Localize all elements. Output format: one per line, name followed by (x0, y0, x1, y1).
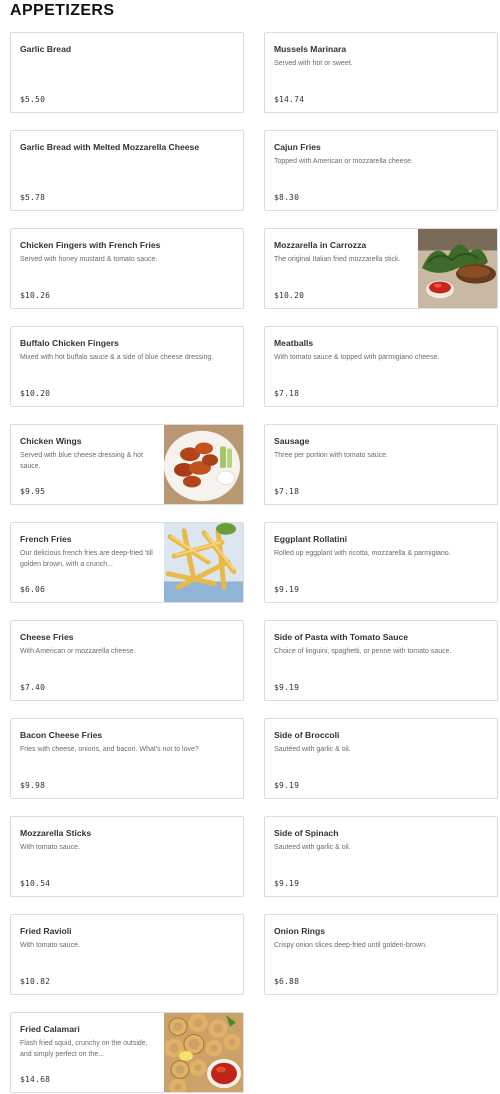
item-description: Rolled up eggplant with ricotta, mozzare… (274, 550, 451, 557)
menu-grid: Garlic Bread $5.50 Mussels Marinara Serv… (10, 32, 498, 1093)
item-name: Cajun Fries (274, 142, 321, 152)
item-description: Sauteed with garlic & oil. (274, 844, 351, 851)
item-description: Choice of linguini, spaghetti, or penne … (274, 648, 452, 655)
item-price: $9.19 (274, 879, 300, 888)
menu-item-card[interactable]: Eggplant Rollatini Rolled up eggplant wi… (264, 522, 498, 603)
item-description: Our delicious french fries are deep-frie… (20, 550, 153, 568)
item-price: $10.20 (274, 291, 305, 300)
item-name: Mussels Marinara (274, 44, 347, 54)
item-name: Eggplant Rollatini (274, 534, 348, 544)
item-name: Fried Calamari (20, 1024, 80, 1034)
menu-item-card[interactable]: Side of Broccoli Sautéed with garlic & o… (264, 718, 498, 799)
item-description: Served with hot or sweet. (274, 60, 353, 67)
menu-item-card[interactable]: French Fries Our delicious french fries … (10, 522, 244, 603)
item-name: Mozzarella Sticks (20, 828, 92, 838)
item-price: $10.54 (20, 879, 51, 888)
item-name: Chicken Fingers with French Fries (20, 240, 161, 250)
item-name: Side of Pasta with Tomato Sauce (274, 632, 409, 642)
menu-item-card[interactable]: Meatballs With tomato sauce & topped wit… (264, 326, 498, 407)
menu-item-card[interactable]: Garlic Bread $5.50 (10, 32, 244, 113)
menu-item-card[interactable]: Fried Calamari Flash fried squid, crunch… (10, 1012, 244, 1093)
item-description: Served with honey mustard & tomato sauce… (20, 256, 158, 263)
item-name: Onion Rings (274, 926, 326, 936)
item-price: $5.50 (20, 95, 46, 104)
item-name: Mozzarella in Carrozza (274, 240, 367, 250)
chicken-wings-photo (164, 425, 243, 504)
item-price: $6.88 (274, 977, 300, 986)
item-description: With American or mozzarella cheese. (20, 648, 136, 655)
menu-item-card[interactable]: Mozzarella Sticks With tomato sauce. $10… (10, 816, 244, 897)
item-name: Side of Broccoli (274, 730, 340, 740)
item-description: With tomato sauce & topped with parmigia… (274, 354, 440, 361)
menu-item-card[interactable]: Fried Ravioli With tomato sauce. $10.82 (10, 914, 244, 995)
fried-mozzarella-photo (418, 229, 497, 308)
menu-item-card[interactable]: Chicken Wings Served with blue cheese dr… (10, 424, 244, 505)
menu-item-card[interactable]: Buffalo Chicken Fingers Mixed with hot b… (10, 326, 244, 407)
item-price: $14.68 (20, 1075, 51, 1084)
item-description: Crispy onion slices deep-fried until gol… (274, 942, 427, 949)
item-price: $10.82 (20, 977, 51, 986)
item-description: Mixed with hot buffalo sauce & a side of… (20, 354, 214, 361)
item-name: Garlic Bread (20, 44, 72, 54)
item-description: Sautéed with garlic & oil. (274, 746, 351, 753)
item-price: $7.18 (274, 487, 300, 496)
item-price: $7.18 (274, 389, 300, 398)
menu-item-card[interactable]: Cheese Fries With American or mozzarella… (10, 620, 244, 701)
item-name: Buffalo Chicken Fingers (20, 338, 119, 348)
item-price: $8.30 (274, 193, 300, 202)
item-description: With tomato sauce. (20, 942, 80, 949)
menu-item-card[interactable]: Cajun Fries Topped with American or mozz… (264, 130, 498, 211)
item-description: Three per portion with tomato sauce. (274, 452, 389, 459)
item-description: Topped with American or mozzarella chees… (274, 158, 413, 165)
item-name: Fried Ravioli (20, 926, 72, 936)
menu-item-card[interactable]: Garlic Bread with Melted Mozzarella Chee… (10, 130, 244, 211)
item-name: Side of Spinach (274, 828, 339, 838)
item-name: French Fries (20, 534, 72, 544)
fried-calamari-photo (164, 1013, 243, 1092)
item-price: $7.40 (20, 683, 46, 692)
menu-item-card[interactable]: Side of Spinach Sauteed with garlic & oi… (264, 816, 498, 897)
item-price: $10.20 (20, 389, 51, 398)
french-fries-photo (164, 523, 243, 602)
item-description: Served with blue cheese dressing & hot s… (20, 452, 143, 470)
menu-item-card[interactable]: Mozzarella in Carrozza The original Ital… (264, 228, 498, 309)
menu-item-card[interactable]: Bacon Cheese Fries Fries with cheese, on… (10, 718, 244, 799)
menu-item-card[interactable]: Sausage Three per portion with tomato sa… (264, 424, 498, 505)
item-price: $9.98 (20, 781, 46, 790)
item-name: Garlic Bread with Melted Mozzarella Chee… (20, 142, 200, 152)
item-description: Fries with cheese, onions, and bacon. Wh… (20, 746, 199, 753)
item-price: $9.19 (274, 585, 300, 594)
item-price: $14.74 (274, 95, 305, 104)
menu-item-card[interactable]: Chicken Fingers with French Fries Served… (10, 228, 244, 309)
item-price: $9.19 (274, 781, 300, 790)
menu-item-card[interactable]: Mussels Marinara Served with hot or swee… (264, 32, 498, 113)
item-price: $6.06 (20, 585, 46, 594)
item-description: Flash fried squid, crunchy on the outsid… (20, 1040, 148, 1058)
item-price: $9.19 (274, 683, 300, 692)
menu-item-card[interactable]: Side of Pasta with Tomato Sauce Choice o… (264, 620, 498, 701)
item-price: $10.26 (20, 291, 51, 300)
item-name: Chicken Wings (20, 436, 82, 446)
item-price: $9.95 (20, 487, 46, 496)
item-price: $5.78 (20, 193, 46, 202)
menu-item-card[interactable]: Onion Rings Crispy onion slices deep-fri… (264, 914, 498, 995)
item-name: Cheese Fries (20, 632, 74, 642)
section-title: APPETIZERS (10, 2, 115, 19)
item-description: With tomato sauce. (20, 844, 80, 851)
item-name: Meatballs (274, 338, 314, 348)
item-name: Sausage (274, 436, 310, 446)
item-name: Bacon Cheese Fries (20, 730, 103, 740)
item-description: The original Italian fried mozzarella st… (274, 256, 401, 263)
